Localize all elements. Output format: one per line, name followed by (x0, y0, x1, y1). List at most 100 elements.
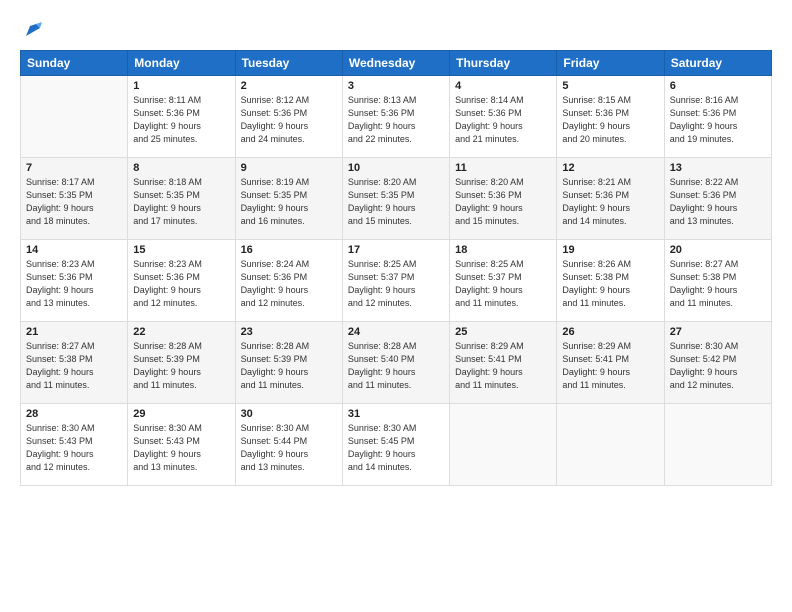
day-number: 26 (562, 326, 658, 338)
day-number: 8 (133, 162, 229, 174)
calendar-cell: 27 Sunrise: 8:30 AM Sunset: 5:42 PM Dayli… (664, 322, 771, 404)
calendar-cell: 15 Sunrise: 8:23 AM Sunset: 5:36 PM Dayli… (128, 240, 235, 322)
day-info: Sunrise: 8:18 AM Sunset: 5:35 PM Dayligh… (133, 176, 229, 228)
day-info: Sunrise: 8:11 AM Sunset: 5:36 PM Dayligh… (133, 94, 229, 146)
col-header-thursday: Thursday (450, 51, 557, 76)
day-number: 6 (670, 80, 766, 92)
calendar-cell: 25Sunrise: 8:29 AM Sunset: 5:41 PM Dayli… (450, 322, 557, 404)
day-info: Sunrise: 8:15 AM Sunset: 5:36 PM Dayligh… (562, 94, 658, 146)
day-info: Sunrise: 8:20 AM Sunset: 5:36 PM Dayligh… (455, 176, 551, 228)
calendar-cell (450, 404, 557, 486)
day-info: Sunrise: 8:30 AM Sunset: 5:42 PM Dayligh… (670, 340, 766, 392)
day-info: Sunrise: 8:21 AM Sunset: 5:36 PM Dayligh… (562, 176, 658, 228)
day-info: Sunrise: 8:28 AM Sunset: 5:40 PM Dayligh… (348, 340, 444, 392)
col-header-tuesday: Tuesday (235, 51, 342, 76)
day-number: 23 (241, 326, 337, 338)
day-info: Sunrise: 8:30 AM Sunset: 5:43 PM Dayligh… (133, 422, 229, 474)
calendar-cell: 23 Sunrise: 8:28 AM Sunset: 5:39 PM Dayli… (235, 322, 342, 404)
day-number: 25 (455, 326, 551, 338)
calendar-cell: 31 Sunrise: 8:30 AM Sunset: 5:45 PM Dayli… (342, 404, 449, 486)
day-info: Sunrise: 8:16 AM Sunset: 5:36 PM Dayligh… (670, 94, 766, 146)
day-info: Sunrise: 8:12 AM Sunset: 5:36 PM Dayligh… (241, 94, 337, 146)
header (20, 18, 772, 40)
day-number: 15 (133, 244, 229, 256)
day-info: Sunrise: 8:24 AM Sunset: 5:36 PM Dayligh… (241, 258, 337, 310)
day-info: Sunrise: 8:23 AM Sunset: 5:36 PM Dayligh… (26, 258, 122, 310)
calendar-cell: 29Sunrise: 8:30 AM Sunset: 5:43 PM Dayli… (128, 404, 235, 486)
day-info: Sunrise: 8:29 AM Sunset: 5:41 PM Dayligh… (562, 340, 658, 392)
calendar-cell: 12 Sunrise: 8:21 AM Sunset: 5:36 PM Dayli… (557, 158, 664, 240)
day-number: 9 (241, 162, 337, 174)
day-info: Sunrise: 8:25 AM Sunset: 5:37 PM Dayligh… (455, 258, 551, 310)
calendar-header-row: SundayMondayTuesdayWednesdayThursdayFrid… (21, 51, 772, 76)
day-info: Sunrise: 8:30 AM Sunset: 5:44 PM Dayligh… (241, 422, 337, 474)
day-info: Sunrise: 8:19 AM Sunset: 5:35 PM Dayligh… (241, 176, 337, 228)
calendar-cell: 26 Sunrise: 8:29 AM Sunset: 5:41 PM Dayli… (557, 322, 664, 404)
calendar-cell: 16 Sunrise: 8:24 AM Sunset: 5:36 PM Dayli… (235, 240, 342, 322)
day-number: 14 (26, 244, 122, 256)
calendar-cell: 11 Sunrise: 8:20 AM Sunset: 5:36 PM Dayli… (450, 158, 557, 240)
logo-text (20, 18, 44, 40)
day-number: 3 (348, 80, 444, 92)
day-number: 19 (562, 244, 658, 256)
day-number: 30 (241, 408, 337, 420)
calendar-cell: 1 Sunrise: 8:11 AM Sunset: 5:36 PM Daylig… (128, 76, 235, 158)
calendar-cell (664, 404, 771, 486)
calendar-cell: 22Sunrise: 8:28 AM Sunset: 5:39 PM Dayli… (128, 322, 235, 404)
day-number: 11 (455, 162, 551, 174)
calendar-cell: 7 Sunrise: 8:17 AM Sunset: 5:35 PM Daylig… (21, 158, 128, 240)
day-number: 20 (670, 244, 766, 256)
day-number: 22 (133, 326, 229, 338)
day-number: 24 (348, 326, 444, 338)
day-info: Sunrise: 8:22 AM Sunset: 5:36 PM Dayligh… (670, 176, 766, 228)
calendar-cell: 13 Sunrise: 8:22 AM Sunset: 5:36 PM Dayli… (664, 158, 771, 240)
day-number: 5 (562, 80, 658, 92)
calendar-week-3: 14 Sunrise: 8:23 AM Sunset: 5:36 PM Dayli… (21, 240, 772, 322)
day-info: Sunrise: 8:28 AM Sunset: 5:39 PM Dayligh… (241, 340, 337, 392)
calendar-cell: 4Sunrise: 8:14 AM Sunset: 5:36 PM Daylig… (450, 76, 557, 158)
day-info: Sunrise: 8:13 AM Sunset: 5:36 PM Dayligh… (348, 94, 444, 146)
day-number: 7 (26, 162, 122, 174)
day-number: 16 (241, 244, 337, 256)
day-info: Sunrise: 8:23 AM Sunset: 5:36 PM Dayligh… (133, 258, 229, 310)
day-number: 10 (348, 162, 444, 174)
calendar-week-5: 28 Sunrise: 8:30 AM Sunset: 5:43 PM Dayli… (21, 404, 772, 486)
day-number: 17 (348, 244, 444, 256)
page: SundayMondayTuesdayWednesdayThursdayFrid… (0, 0, 792, 612)
col-header-wednesday: Wednesday (342, 51, 449, 76)
day-number: 2 (241, 80, 337, 92)
calendar-week-1: 1 Sunrise: 8:11 AM Sunset: 5:36 PM Daylig… (21, 76, 772, 158)
calendar-cell (21, 76, 128, 158)
day-info: Sunrise: 8:30 AM Sunset: 5:43 PM Dayligh… (26, 422, 122, 474)
day-info: Sunrise: 8:20 AM Sunset: 5:35 PM Dayligh… (348, 176, 444, 228)
calendar-week-4: 21 Sunrise: 8:27 AM Sunset: 5:38 PM Dayli… (21, 322, 772, 404)
calendar-cell: 6 Sunrise: 8:16 AM Sunset: 5:36 PM Daylig… (664, 76, 771, 158)
day-info: Sunrise: 8:17 AM Sunset: 5:35 PM Dayligh… (26, 176, 122, 228)
day-number: 28 (26, 408, 122, 420)
calendar-cell: 14 Sunrise: 8:23 AM Sunset: 5:36 PM Dayli… (21, 240, 128, 322)
day-info: Sunrise: 8:26 AM Sunset: 5:38 PM Dayligh… (562, 258, 658, 310)
day-number: 18 (455, 244, 551, 256)
calendar-week-2: 7 Sunrise: 8:17 AM Sunset: 5:35 PM Daylig… (21, 158, 772, 240)
day-number: 1 (133, 80, 229, 92)
col-header-monday: Monday (128, 51, 235, 76)
day-number: 12 (562, 162, 658, 174)
day-number: 21 (26, 326, 122, 338)
calendar-cell: 28 Sunrise: 8:30 AM Sunset: 5:43 PM Dayli… (21, 404, 128, 486)
calendar-cell: 30 Sunrise: 8:30 AM Sunset: 5:44 PM Dayli… (235, 404, 342, 486)
day-number: 31 (348, 408, 444, 420)
calendar-cell: 19 Sunrise: 8:26 AM Sunset: 5:38 PM Dayli… (557, 240, 664, 322)
day-number: 27 (670, 326, 766, 338)
col-header-friday: Friday (557, 51, 664, 76)
logo-icon (22, 18, 44, 40)
calendar-cell: 17Sunrise: 8:25 AM Sunset: 5:37 PM Dayli… (342, 240, 449, 322)
logo (20, 18, 44, 40)
calendar-cell (557, 404, 664, 486)
day-info: Sunrise: 8:27 AM Sunset: 5:38 PM Dayligh… (26, 340, 122, 392)
calendar-cell: 5 Sunrise: 8:15 AM Sunset: 5:36 PM Daylig… (557, 76, 664, 158)
calendar-cell: 2 Sunrise: 8:12 AM Sunset: 5:36 PM Daylig… (235, 76, 342, 158)
day-number: 13 (670, 162, 766, 174)
calendar-cell: 20Sunrise: 8:27 AM Sunset: 5:38 PM Dayli… (664, 240, 771, 322)
day-info: Sunrise: 8:30 AM Sunset: 5:45 PM Dayligh… (348, 422, 444, 474)
day-number: 4 (455, 80, 551, 92)
